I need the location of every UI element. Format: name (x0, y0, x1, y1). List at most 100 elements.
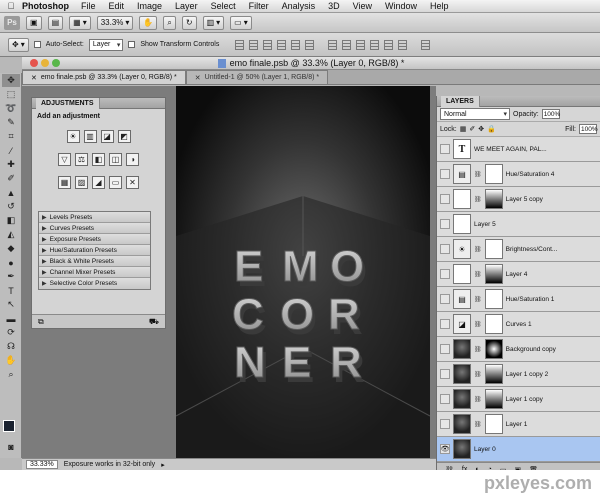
preset-exposure[interactable]: ▶ Exposure Presets (39, 234, 150, 245)
move-tool[interactable]: ✥ (2, 74, 20, 87)
black-white-icon[interactable]: ◧ (92, 153, 105, 166)
mini-bridge-button[interactable]: ▤ (47, 15, 64, 30)
fill-input[interactable]: 100% (579, 124, 598, 134)
brightness-contrast-icon[interactable]: ☀ (66, 130, 80, 143)
layer-row[interactable]: T WE MEET AGAIN, PAL... (437, 137, 600, 162)
preset-hue-saturation[interactable]: ▶ Hue/Saturation Presets (39, 245, 150, 256)
auto-select-dropdown[interactable]: Layer (88, 38, 124, 51)
menu-3d[interactable]: 3D (328, 1, 340, 11)
status-arrow-icon[interactable]: ▸ (161, 461, 165, 469)
zoom-tool-button[interactable]: ⌕ (163, 15, 176, 30)
lasso-tool[interactable]: ➰ (2, 102, 20, 115)
visibility-toggle[interactable] (440, 419, 450, 429)
visibility-toggle[interactable] (440, 319, 450, 329)
opacity-input[interactable]: 100% (541, 109, 560, 119)
auto-align-icon[interactable] (421, 39, 431, 50)
zoom-tool[interactable]: ⌕ (2, 368, 20, 381)
hand-tool[interactable]: ✋ (2, 354, 20, 367)
distribute-right-icon[interactable] (398, 39, 408, 50)
preset-black-white[interactable]: ▶ Black & White Presets (39, 256, 150, 267)
dodge-tool[interactable]: ● (2, 256, 20, 269)
align-right-icon[interactable] (305, 39, 315, 50)
bridge-button[interactable]: ▣ (26, 15, 42, 30)
3d-orbit-tool[interactable]: ☊ (2, 340, 20, 353)
layer-row[interactable]: ⛓ Layer 1 copy 2 (437, 362, 600, 387)
lock-position-icon[interactable]: ✥ (478, 125, 484, 133)
menu-file[interactable]: File (81, 1, 96, 11)
foreground-color-swatch[interactable] (3, 420, 15, 432)
distribute-left-icon[interactable] (370, 39, 380, 50)
distribute-vcenter-icon[interactable] (342, 39, 352, 50)
quick-mask-button[interactable]: ◙ (2, 440, 20, 453)
layer-row[interactable]: ▤ ⛓ Hue/Saturation 1 (437, 287, 600, 312)
distribute-hcenter-icon[interactable] (384, 39, 394, 50)
exposure-icon[interactable]: ◩ (117, 130, 131, 143)
marquee-tool[interactable]: ⬚ (2, 88, 20, 101)
tab-untitled-1[interactable]: ✕ Untitled-1 @ 50% (Layer 1, RGB/8) * (185, 70, 329, 84)
app-menu[interactable]: Photoshop (22, 1, 69, 11)
menu-filter[interactable]: Filter (249, 1, 269, 11)
hand-tool-button[interactable]: ✋ (139, 15, 158, 30)
menu-layer[interactable]: Layer (175, 1, 198, 11)
menu-help[interactable]: Help (430, 1, 449, 11)
layer-row[interactable]: ⛓ Layer 4 (437, 262, 600, 287)
visibility-toggle[interactable] (440, 369, 450, 379)
close-tab-icon[interactable]: ✕ (195, 74, 201, 82)
layer-row[interactable]: ▤ ⛓ Hue/Saturation 4 (437, 162, 600, 187)
gradient-tool[interactable]: ◭ (2, 228, 20, 241)
selective-color-icon[interactable]: ✕ (126, 176, 139, 189)
minimize-window-icon[interactable] (41, 59, 49, 67)
adjustments-tab[interactable]: ADJUSTMENTS (36, 97, 100, 109)
visibility-toggle[interactable] (440, 394, 450, 404)
distribute-top-icon[interactable] (328, 39, 338, 50)
close-tab-icon[interactable]: ✕ (31, 74, 37, 82)
visibility-toggle[interactable] (440, 344, 450, 354)
layer-row[interactable]: ⛓ Layer 5 copy (437, 187, 600, 212)
preset-curves[interactable]: ▶ Curves Presets (39, 223, 150, 234)
tab-emo-finale[interactable]: ✕ emo finale.psb @ 33.3% (Layer 0, RGB/8… (22, 70, 186, 84)
posterize-icon[interactable]: ▨ (75, 176, 88, 189)
align-hcenter-icon[interactable] (291, 39, 301, 50)
layer-row[interactable]: ⛓ Background copy (437, 337, 600, 362)
layer-row[interactable]: Layer 5 (437, 212, 600, 237)
visibility-toggle[interactable] (440, 144, 450, 154)
align-vcenter-icon[interactable] (249, 39, 259, 50)
menu-select[interactable]: Select (211, 1, 236, 11)
preset-selective-color[interactable]: ▶ Selective Color Presets (39, 278, 150, 289)
lock-transparency-icon[interactable]: ▦ (460, 125, 467, 133)
preset-channel-mixer[interactable]: ▶ Channel Mixer Presets (39, 267, 150, 278)
apple-menu-icon[interactable]:  (0, 1, 22, 11)
menu-edit[interactable]: Edit (109, 1, 125, 11)
show-transform-checkbox[interactable] (128, 41, 136, 48)
status-zoom-field[interactable]: 33.33% (26, 460, 58, 469)
visibility-toggle[interactable] (440, 194, 450, 204)
menu-analysis[interactable]: Analysis (282, 1, 316, 11)
menu-window[interactable]: Window (385, 1, 417, 11)
auto-select-checkbox[interactable] (33, 41, 41, 48)
visibility-toggle[interactable] (440, 244, 450, 254)
blend-mode-select[interactable]: Normal (440, 108, 510, 120)
vibrance-icon[interactable]: ▽ (58, 153, 71, 166)
layer-row[interactable]: ⛓ Layer 1 copy (437, 387, 600, 412)
layer-row[interactable]: ⛓ Layer 1 (437, 412, 600, 437)
align-left-icon[interactable] (277, 39, 287, 50)
eraser-tool[interactable]: ◧ (2, 214, 20, 227)
brush-tool[interactable]: ✐ (2, 172, 20, 185)
preset-levels[interactable]: ▶ Levels Presets (39, 212, 150, 223)
blur-tool[interactable]: ◆ (2, 242, 20, 255)
distribute-bottom-icon[interactable] (356, 39, 366, 50)
visibility-toggle[interactable] (440, 169, 450, 179)
quick-selection-tool[interactable]: ✎ (2, 116, 20, 129)
close-window-icon[interactable] (30, 59, 38, 67)
rotate-view-button[interactable]: ↻ (181, 15, 197, 30)
crop-tool[interactable]: ⌗ (2, 130, 20, 143)
align-bottom-icon[interactable] (263, 39, 273, 50)
history-brush-tool[interactable]: ↺ (2, 200, 20, 213)
3d-rotate-tool[interactable]: ⟳ (2, 326, 20, 339)
stamp-tool[interactable]: ▲ (2, 186, 20, 199)
document-canvas[interactable]: EEMMOOCCOORRNNEERR (176, 86, 430, 458)
tool-preset-picker[interactable]: ✥ ▾ (8, 37, 29, 52)
layer-row-selected[interactable]: 👁 Layer 0 (437, 437, 600, 462)
photo-filter-icon[interactable]: ◫ (109, 153, 122, 166)
layers-tab[interactable]: LAYERS (441, 95, 480, 107)
